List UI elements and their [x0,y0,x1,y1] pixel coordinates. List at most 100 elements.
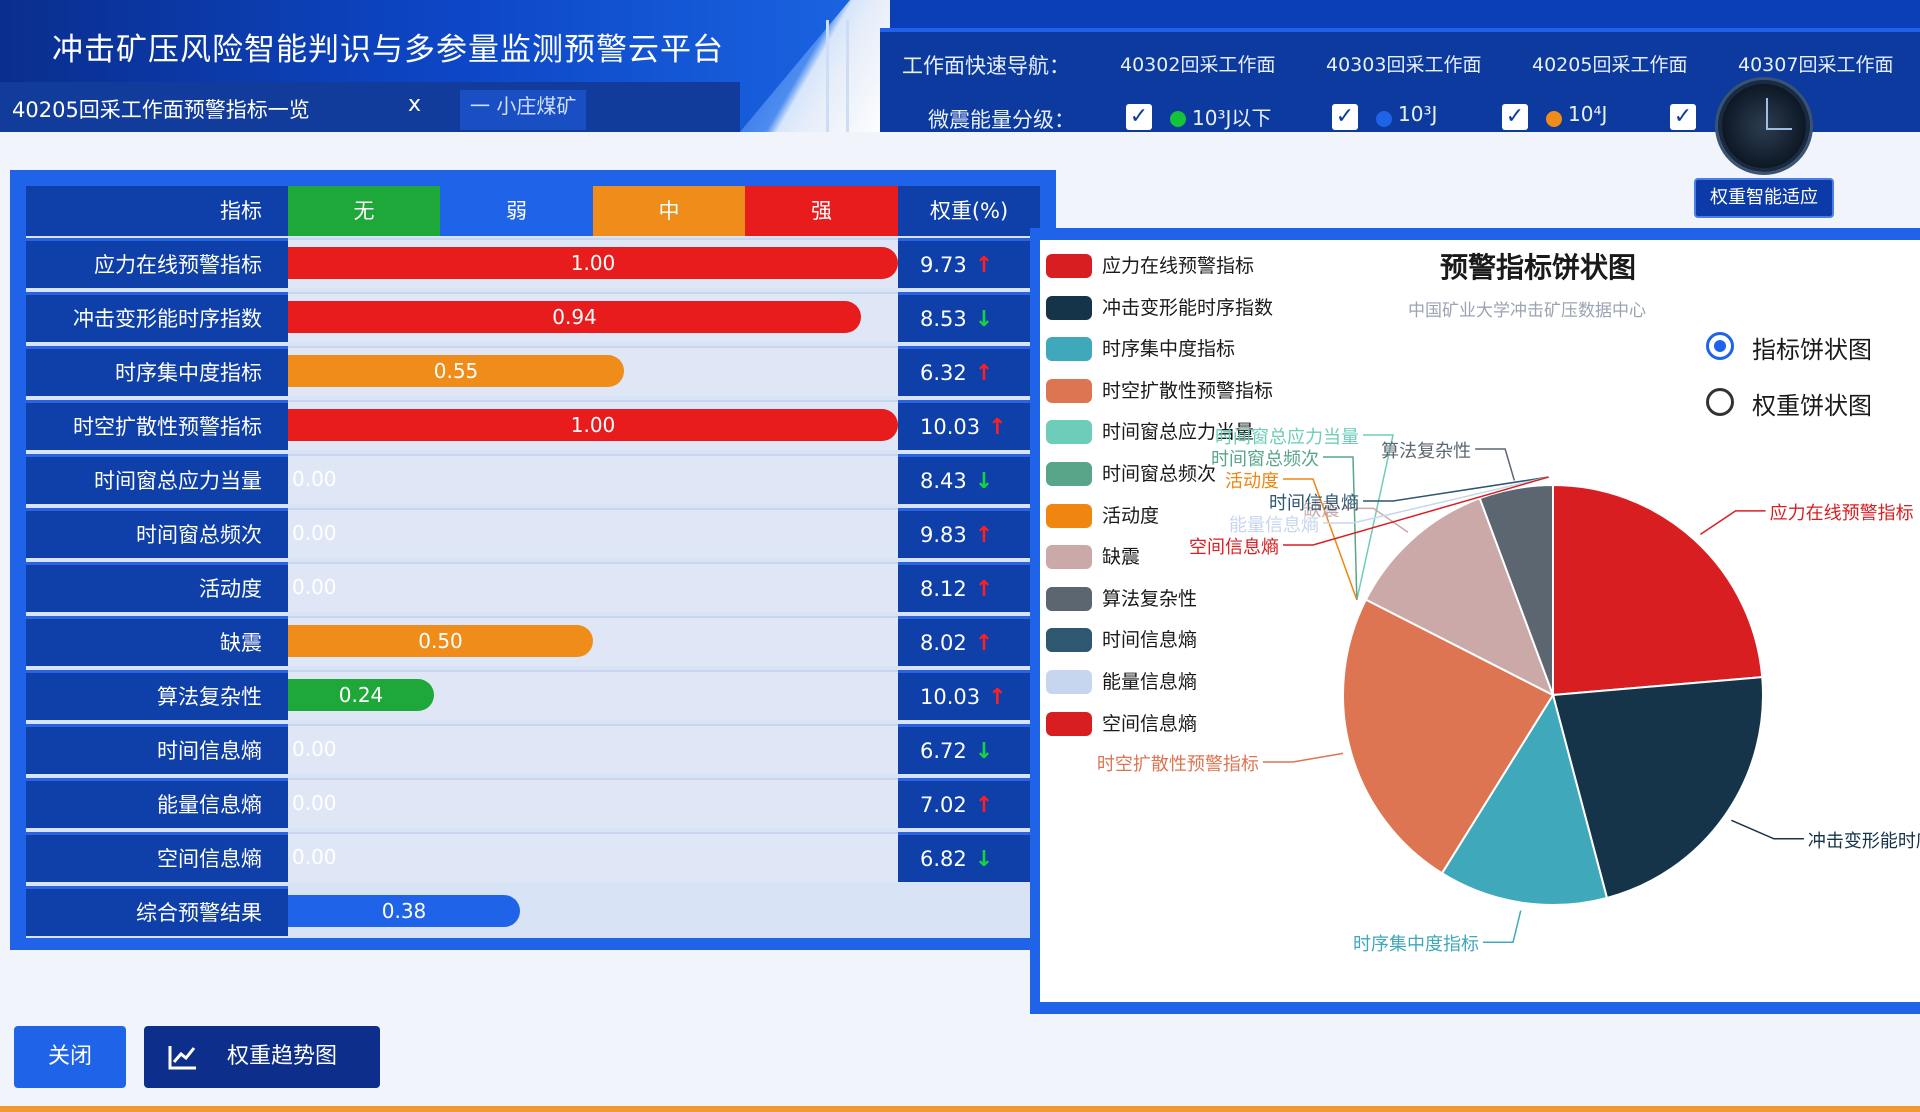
row-indicator-name: 缺震 [26,616,288,666]
tab-close-icon[interactable]: x [408,92,421,117]
close-button[interactable]: 关闭 [14,1026,126,1088]
row-value-text: 0.00 [292,737,337,761]
legend-label: 能量信息熵 [1102,671,1198,693]
weight-adapt-button[interactable]: 权重智能适应 [1694,178,1834,218]
row-indicator-name: 应力在线预警指标 [26,238,288,288]
row-weight: 6.82 ↓ [898,832,1040,882]
row-indicator-name: 空间信息熵 [26,832,288,882]
weight-trend-button[interactable]: 权重趋势图 [144,1026,380,1088]
trend-down-icon: ↓ [974,739,994,764]
row-value-bar: 0.94 [288,301,861,333]
energy-checkbox-below-1e3[interactable]: ✓ [1126,104,1152,130]
row-weight-value: 10.03 [920,415,981,439]
legend-label: 时间窗总频次 [1102,463,1217,485]
row-bar-track [288,562,898,612]
trend-up-icon: ↑ [988,685,1007,710]
row-weight-value: 6.72 [920,739,967,763]
row-indicator-name: 算法复杂性 [26,670,288,720]
radar-icon[interactable] [1718,80,1810,172]
legend-label: 时间信息熵 [1102,629,1198,652]
legend-swatch [1046,670,1092,694]
row-weight-value: 9.73 [920,253,967,277]
legend-label: 冲击变形能时序指数 [1102,296,1274,319]
row-weight: 8.02 ↑ [898,616,1040,666]
nav-workface-40303[interactable]: 40303回采工作面 [1326,50,1481,77]
header-weight: 权重(%) [898,186,1040,236]
energy-dot-blue [1376,111,1392,127]
trend-up-icon: ↑ [974,577,994,602]
row-bar-track [288,508,898,558]
row-value-bar: 1.00 [288,247,898,279]
row-weight-value: 8.02 [920,631,967,655]
row-indicator-name: 时间信息熵 [26,724,288,774]
trend-up-icon: ↑ [974,631,994,656]
header-divider [846,20,849,132]
energy-level-label: 微震能量分级： [928,108,1075,132]
row-weight: 8.53 ↓ [898,292,1040,342]
row-value-bar: 0.55 [288,355,624,387]
energy-label-below-1e3: 10³J以下 [1192,106,1272,130]
legend-label: 时空扩散性预警指标 [1102,379,1274,402]
row-value-text: 0.00 [292,521,337,545]
row-weight: 8.43 ↓ [898,454,1040,504]
row-weight: 10.03 ↑ [898,670,1040,720]
trend-down-icon: ↓ [974,847,994,872]
row-indicator-name: 冲击变形能时序指数 [26,292,288,342]
chart-subtitle: 中国矿业大学冲击矿压数据中心 [1408,301,1646,321]
trend-down-icon: ↓ [974,469,994,494]
trend-up-icon: ↑ [974,793,994,818]
radar-needle [1766,128,1792,130]
row-weight-value: 8.12 [920,577,967,601]
bottom-accent-line [0,1106,1920,1112]
radio-weight-pie[interactable] [1706,388,1734,416]
radio-weight-pie-label[interactable]: 权重饼状图 [1752,386,1872,421]
nav-workface-40307[interactable]: 40307回采工作面 [1738,50,1893,77]
energy-checkbox-1e4[interactable]: ✓ [1502,104,1528,130]
tab-bar: 40205回采工作面预警指标一览 x 一 小庄煤矿 [0,82,740,132]
row-bar-track [288,832,898,882]
row-indicator-name: 能量信息熵 [26,778,288,828]
energy-dot-orange [1546,111,1562,127]
legend-swatch [1046,586,1092,611]
trend-up-icon: ↑ [988,415,1007,440]
pie-slice-label: 冲击变形能时序指数 [1807,830,1920,852]
line-chart-icon [168,1046,196,1070]
radar-needle [1766,98,1768,130]
legend-label: 应力在线预警指标 [1102,255,1255,277]
row-weight: 7.02 ↑ [898,778,1040,828]
chart-title: 预警指标饼状图 [1440,251,1637,284]
summary-label: 综合预警结果 [26,886,288,936]
energy-checkbox-high[interactable]: ✓ [1670,104,1696,130]
legend-swatch [1046,337,1092,362]
energy-checkbox-1e3[interactable]: ✓ [1332,104,1358,130]
radio-index-pie[interactable] [1706,332,1734,360]
legend-label: 时序集中度指标 [1102,338,1236,361]
trend-down-icon: ↓ [974,307,994,332]
energy-dot-green [1170,111,1186,127]
row-value-text: 0.00 [292,791,337,815]
row-weight-value: 6.32 [920,361,967,385]
legend-swatch [1046,503,1092,528]
radio-index-pie-label[interactable]: 指标饼状图 [1752,330,1872,365]
mine-name: 一 小庄煤矿 [460,90,587,130]
quick-nav-title: 工作面快速导航： [902,54,1070,78]
header-level-none: 无 [288,186,440,236]
app-title: 冲击矿压风险智能判识与多参量监测预警云平台 [52,32,724,68]
legend-swatch [1046,254,1092,278]
legend-swatch [1046,378,1092,403]
pie-slice-label: 算法复杂性 [1381,440,1472,462]
trend-up-icon: ↑ [974,361,994,386]
header-indicator: 指标 [26,186,288,236]
row-indicator-name: 时间窗总应力当量 [26,454,288,504]
row-weight: 9.73 ↑ [898,238,1040,288]
row-value-bar: 0.50 [288,625,593,657]
nav-workface-40302[interactable]: 40302回采工作面 [1120,50,1275,77]
pie-slice-label: 时序集中度指标 [1353,934,1480,956]
row-weight-value: 9.83 [920,523,967,547]
summary-value-bar: 0.38 [288,895,520,927]
legend-swatch [1046,545,1092,570]
tab-title[interactable]: 40205回采工作面预警指标一览 [12,94,310,124]
row-indicator-name: 时序集中度指标 [26,346,288,396]
nav-workface-40205[interactable]: 40205回采工作面 [1532,50,1687,77]
legend-label: 活动度 [1102,504,1160,527]
